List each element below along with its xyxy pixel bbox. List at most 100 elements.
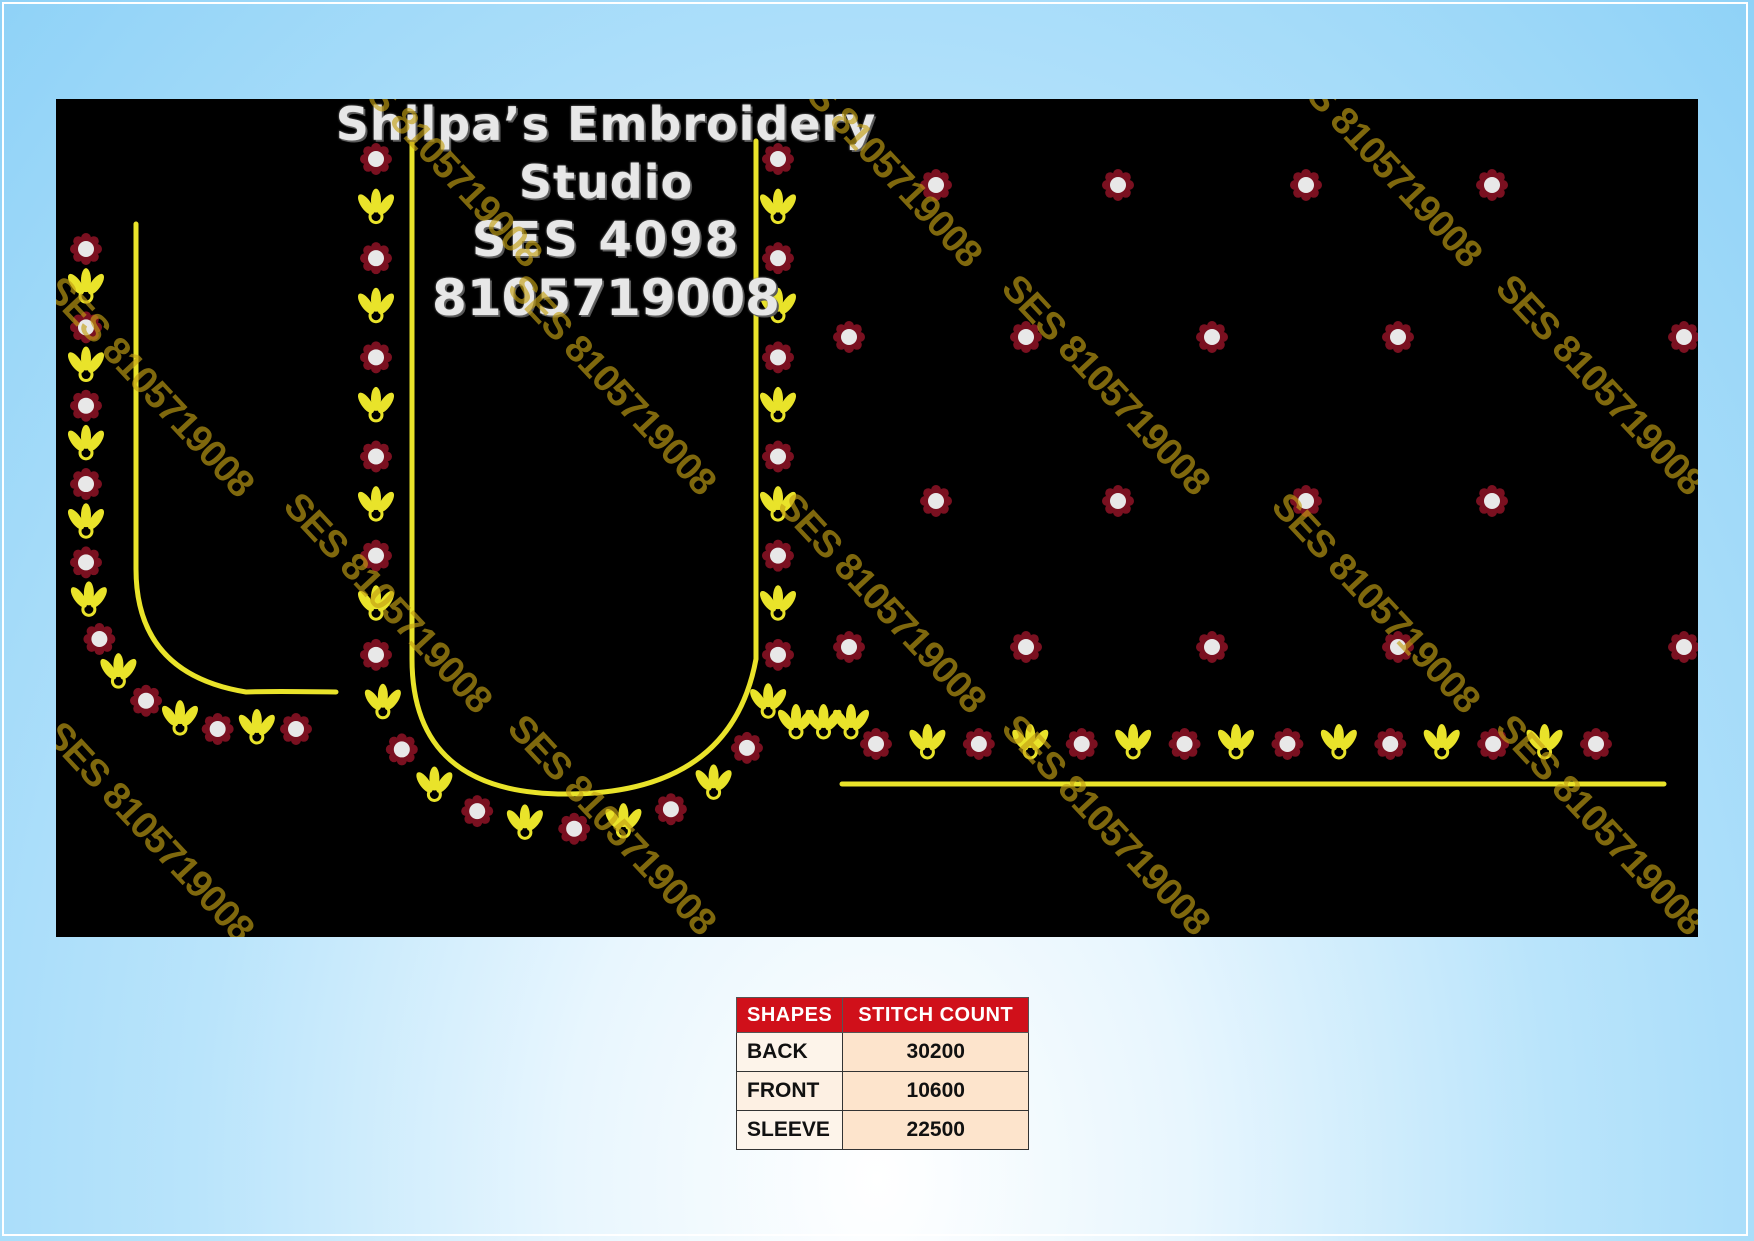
pearl-center	[78, 476, 94, 493]
flower	[920, 485, 952, 517]
studio-phone: 8105719008	[432, 269, 780, 327]
flower	[762, 440, 794, 473]
pearl-center	[662, 801, 679, 818]
pearl-center	[928, 493, 944, 509]
pearl-center	[841, 639, 857, 655]
flower	[360, 341, 392, 374]
pearl-center	[1484, 493, 1500, 509]
pearl-center	[393, 741, 410, 758]
embroidery-design-panel: Shilpa’s Embroidery Studio SES 4098 8105…	[56, 99, 1698, 937]
flower	[1065, 728, 1098, 760]
table-row: BACK 30200	[735, 1032, 1030, 1072]
vine-cluster	[161, 700, 199, 736]
pearl-center	[78, 397, 95, 414]
pearl-center	[1588, 736, 1604, 752]
pearl-center	[770, 448, 786, 465]
pearl-center	[770, 646, 786, 663]
flower	[1102, 485, 1134, 517]
pearl-center	[841, 329, 857, 345]
header-shapes: SHAPES	[735, 997, 844, 1033]
flower	[1102, 169, 1134, 201]
flower	[762, 341, 794, 374]
flower	[70, 233, 102, 265]
flower	[83, 623, 116, 656]
pearl-center	[868, 736, 884, 752]
pearl-center	[1382, 736, 1399, 752]
flower	[70, 389, 103, 422]
pearl-center	[1204, 639, 1220, 655]
flower	[762, 539, 794, 572]
flower	[1196, 631, 1228, 663]
pearl-center	[138, 692, 155, 709]
flower	[1168, 728, 1201, 760]
flower	[1476, 169, 1508, 201]
flower	[360, 638, 392, 671]
vine-cluster	[1115, 724, 1152, 760]
pearl-center	[1279, 736, 1296, 752]
shape-cell: FRONT	[735, 1071, 844, 1111]
flower	[70, 546, 102, 579]
pearl-center	[1676, 639, 1692, 655]
vine-cluster	[777, 704, 815, 740]
pearl-center	[770, 349, 786, 366]
count-cell: 10600	[842, 1071, 1030, 1111]
pearl-center	[738, 739, 755, 756]
flower	[1382, 321, 1414, 353]
pearl-center	[1298, 177, 1314, 193]
stitch-count-table: SHAPES STITCH COUNT BACK 30200 FRONT 106…	[735, 997, 1030, 1150]
pearl-center	[970, 736, 987, 752]
pearl-center	[91, 631, 108, 648]
pearl-center	[78, 554, 94, 571]
vine-cluster	[1217, 724, 1255, 760]
flower	[461, 795, 494, 828]
vine-cluster	[357, 486, 395, 522]
flower	[833, 631, 865, 663]
vine-cluster	[909, 724, 946, 760]
shape-cell: SLEEVE	[735, 1110, 844, 1150]
flower	[1668, 321, 1698, 353]
pearl-center	[1204, 329, 1220, 345]
vine-cluster	[357, 386, 395, 423]
vine-cluster	[238, 709, 275, 745]
design-code: SES 4098	[471, 212, 741, 268]
pearl-center	[1676, 329, 1692, 345]
pearl-center	[1390, 329, 1406, 345]
count-cell: 22500	[842, 1110, 1030, 1150]
flower	[1580, 728, 1612, 760]
flower	[1010, 631, 1042, 663]
flower	[654, 793, 687, 826]
flower	[1374, 728, 1407, 760]
flower	[130, 684, 163, 717]
vine-cluster	[67, 503, 105, 539]
flower	[385, 733, 418, 766]
header-stitch-count: STITCH COUNT	[842, 997, 1030, 1033]
vine-cluster	[759, 585, 797, 621]
vine-cluster	[695, 764, 732, 800]
pearl-center	[368, 349, 384, 366]
flower	[730, 731, 763, 764]
count-cell: 30200	[842, 1032, 1030, 1072]
vine-cluster	[364, 683, 401, 720]
shape-cell: BACK	[735, 1032, 844, 1072]
pearl-center	[288, 721, 304, 737]
flower	[1668, 631, 1698, 663]
flower	[860, 728, 892, 760]
pearl-center	[209, 721, 226, 737]
pearl-center	[1484, 177, 1500, 193]
flower	[1271, 728, 1304, 760]
pearl-center	[368, 646, 384, 663]
pearl-center	[78, 241, 94, 257]
flower	[762, 638, 794, 671]
flower	[280, 713, 312, 745]
vine-cluster	[759, 386, 797, 423]
pearl-center	[1110, 177, 1126, 193]
flower	[360, 440, 392, 473]
vine-cluster	[1423, 724, 1460, 760]
flower	[70, 468, 102, 501]
pearl-center	[368, 448, 384, 465]
pearl-center	[469, 803, 486, 820]
pearl-center	[1110, 493, 1126, 509]
flower	[1196, 321, 1228, 353]
pearl-center	[1018, 639, 1034, 655]
flower	[962, 728, 995, 760]
